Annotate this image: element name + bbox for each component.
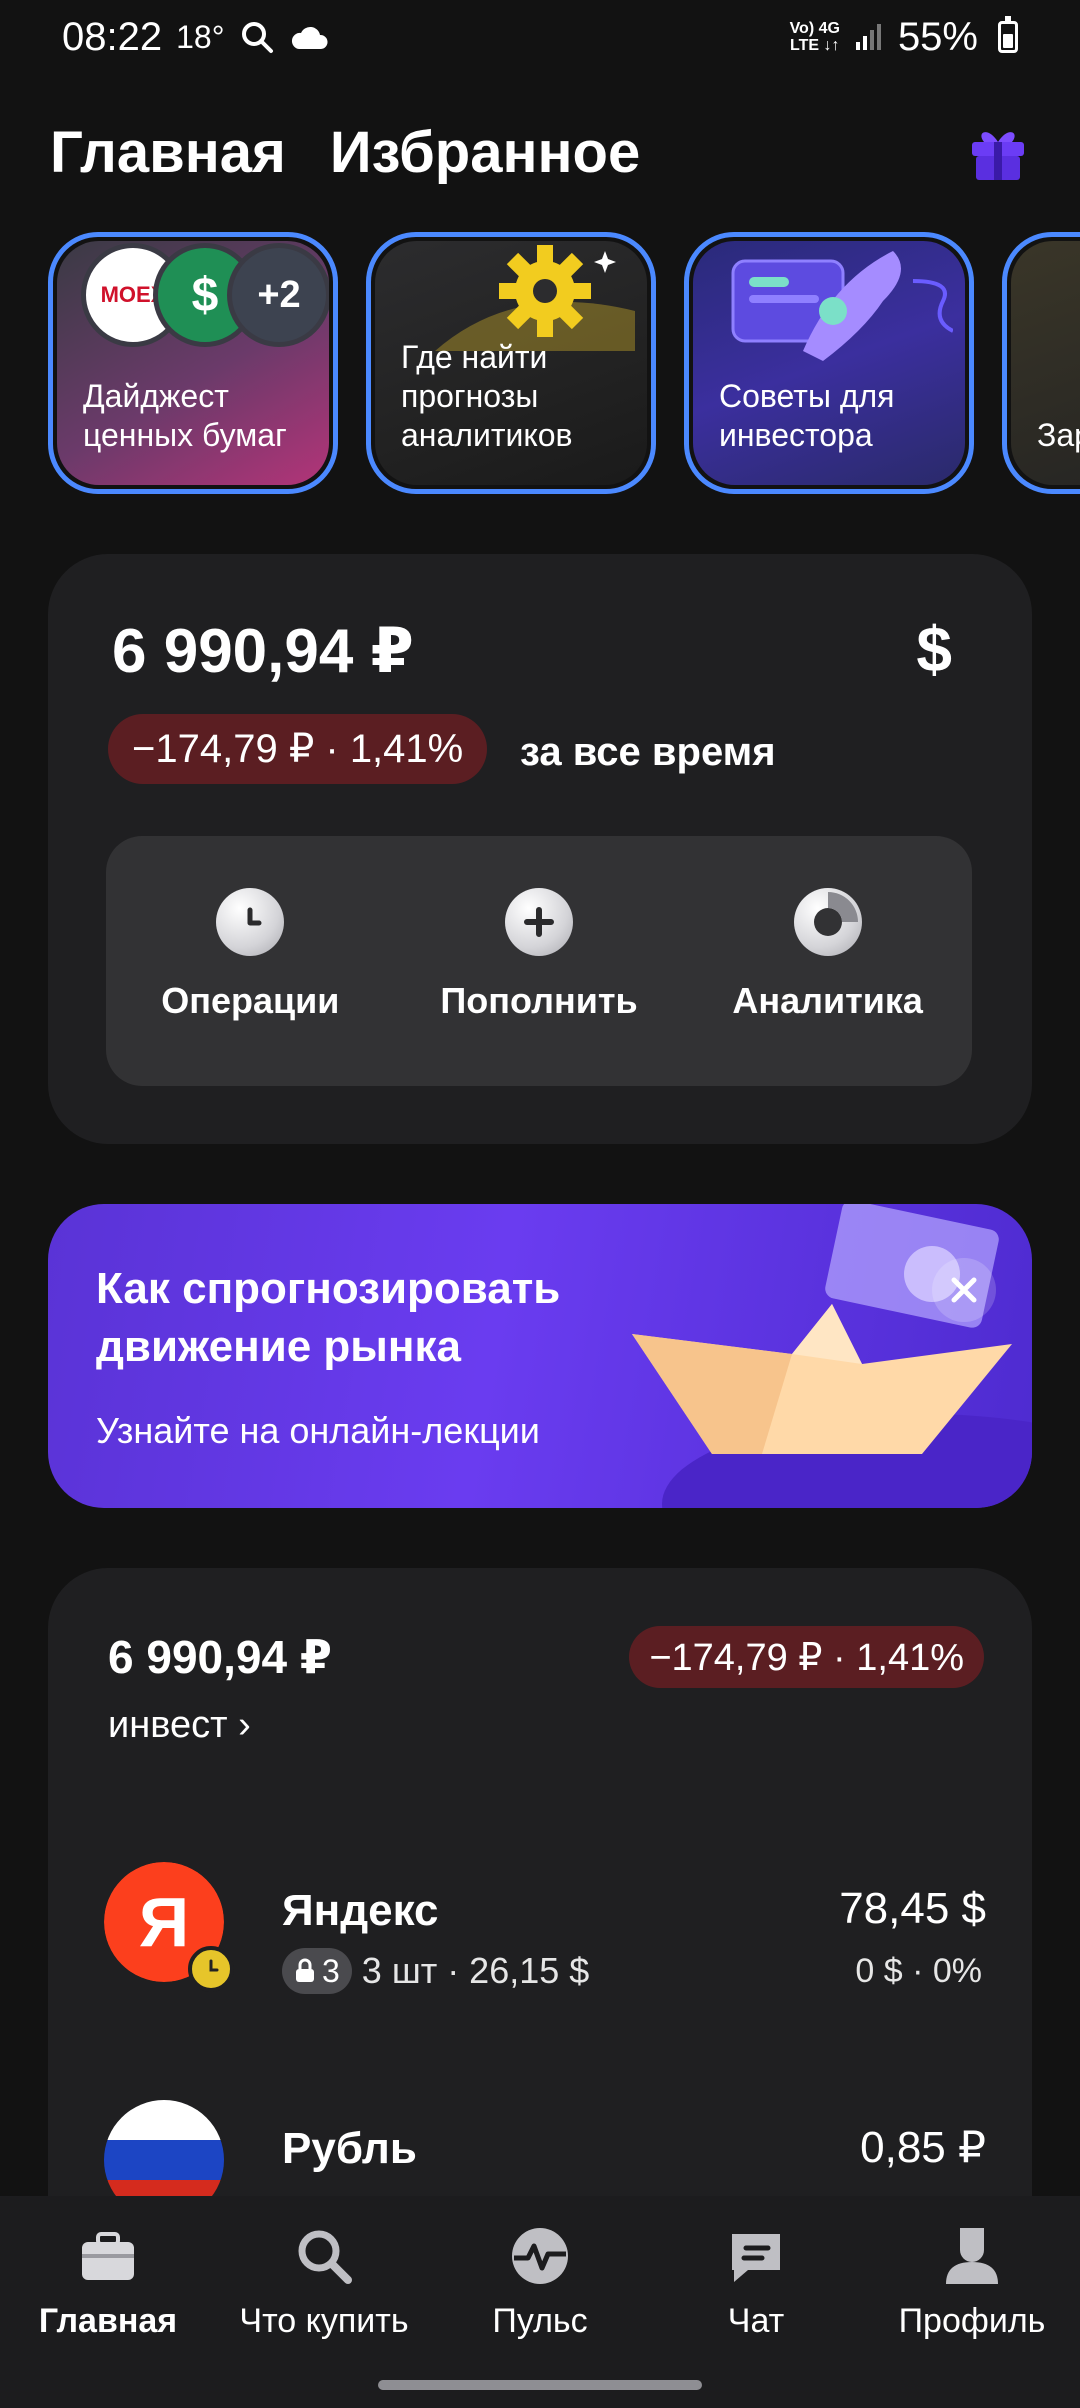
- tab-home[interactable]: Главная: [50, 119, 286, 186]
- chat-icon: [732, 2234, 780, 2282]
- tab-favorites[interactable]: Избранное: [330, 119, 640, 186]
- more-count-badge: +2: [227, 243, 329, 347]
- profile-icon: [946, 2228, 998, 2284]
- portfolio-change-badge: −174,79 ₽ · 1,41%: [108, 714, 488, 784]
- account-name-link[interactable]: инвест ›: [108, 1704, 251, 1747]
- story-card-forecasts[interactable]: Где найти прогнозы аналитиков: [366, 232, 656, 494]
- asset-name: Рубль: [282, 2124, 417, 2173]
- plus-icon: [505, 888, 573, 956]
- nav-what-to-buy-label: Что купить: [239, 2302, 409, 2340]
- gear-illustration-icon: [435, 245, 635, 351]
- lock-icon: [296, 1958, 314, 1982]
- pending-clock-icon: [188, 1946, 234, 1992]
- home-indicator[interactable]: [378, 2380, 702, 2390]
- hand-illustration-icon: [731, 251, 953, 361]
- story-title: Дайджест ценных бумаг: [83, 378, 287, 453]
- operations-button[interactable]: Операции: [106, 836, 395, 1086]
- gift-icon[interactable]: [966, 120, 1030, 184]
- battery-percent: 55%: [897, 14, 978, 59]
- pulse-icon: [512, 2228, 568, 2284]
- story-card-partial[interactable]: Зар на акц: [1002, 232, 1080, 494]
- nav-home-label: Главная: [38, 2302, 178, 2340]
- nav-pulse[interactable]: Пульс: [432, 2196, 648, 2408]
- account-total: 6 990,94 ₽: [108, 1631, 332, 1683]
- promo-title-line-1: Как спрогнозировать: [96, 1264, 561, 1313]
- network-top-label: Vo) 4G: [789, 20, 840, 37]
- blocked-lots-chip: 3: [282, 1948, 352, 1994]
- nav-chat[interactable]: Чат: [648, 2196, 864, 2408]
- donut-chart-icon: [793, 888, 862, 956]
- story-title: Где найти прогнозы аналитиков: [401, 339, 573, 453]
- battery-icon: [998, 16, 1018, 53]
- story-card-inner: MOEX $ +2 Дайджест ценных бумаг: [57, 241, 329, 485]
- promo-title: Как спрогнозировать движение рынка: [96, 1260, 560, 1376]
- status-time: 08:22: [62, 14, 163, 59]
- network-indicator: Vo) 4G LTE ↓↑: [790, 20, 840, 54]
- nav-pulse-label: Пульс: [492, 2302, 588, 2340]
- currency-toggle-button[interactable]: $: [916, 612, 952, 686]
- search-icon: [298, 2230, 352, 2284]
- story-card-inner: Советы для инвестора: [693, 241, 965, 485]
- bottom-navigation: Главная Что купить Пульс Чат Профиль: [0, 2196, 1080, 2408]
- nav-chat-label: Чат: [727, 2302, 785, 2340]
- stories-carousel: MOEX $ +2 Дайджест ценных бумаг Где найт…: [0, 232, 1080, 496]
- status-left: 08:22 18°: [62, 15, 329, 60]
- svg-text:Я: Я: [139, 1883, 189, 1961]
- promo-title-line-2: движение рынка: [96, 1322, 461, 1371]
- portfolio-card: 6 990,94 ₽ $ −174,79 ₽ · 1,41% за все вр…: [48, 554, 1032, 1144]
- promo-banner[interactable]: Как спрогнозировать движение рынка Узнай…: [48, 1204, 1032, 1508]
- top-up-label: Пополнить: [440, 980, 638, 1021]
- nav-profile-label: Профиль: [898, 2302, 1046, 2340]
- status-temperature: 18°: [176, 18, 225, 55]
- status-bar: 08:22 18° Vo) 4G LTE ↓↑ 55%: [0, 0, 1080, 74]
- operations-label: Операции: [161, 980, 340, 1021]
- story-card-digest[interactable]: MOEX $ +2 Дайджест ценных бумаг: [48, 232, 338, 494]
- asset-quantity-price: 3 шт · 26,15 $: [361, 1950, 590, 1991]
- analytics-label: Аналитика: [732, 980, 923, 1021]
- story-title: Зар на акц: [1037, 417, 1080, 453]
- asset-yield: 0 $ · 0%: [855, 1952, 982, 1990]
- network-bottom-label: LTE ↓↑: [790, 37, 840, 54]
- story-card-inner: Зар на акц: [1011, 241, 1080, 485]
- asset-name: Яндекс: [282, 1886, 439, 1935]
- clock-icon: [216, 888, 285, 956]
- nav-home[interactable]: Главная: [0, 2196, 216, 2408]
- close-icon[interactable]: [932, 1258, 996, 1322]
- search-status-icon: [241, 22, 273, 53]
- blocked-lots-count: 3: [322, 1952, 340, 1989]
- cloud-icon: [291, 26, 328, 49]
- promo-subtitle: Узнайте на онлайн-лекции: [96, 1410, 540, 1451]
- account-change-badge: −174,79 ₽ · 1,41%: [629, 1626, 984, 1688]
- story-card-inner: Где найти прогнозы аналитиков: [375, 241, 647, 485]
- asset-value: 78,45 $: [839, 1884, 986, 1933]
- story-title: Советы для инвестора: [719, 378, 895, 453]
- nav-what-to-buy[interactable]: Что купить: [216, 2196, 432, 2408]
- signal-icon: [855, 24, 881, 50]
- asset-details: 3 3 шт · 26,15 $: [282, 1948, 589, 1994]
- nav-profile[interactable]: Профиль: [864, 2196, 1080, 2408]
- story-card-tips[interactable]: Советы для инвестора: [684, 232, 974, 494]
- asset-value: 0,85 ₽: [860, 2123, 986, 2172]
- quick-actions: Операции Пополнить Аналитика: [106, 836, 972, 1086]
- analytics-button[interactable]: Аналитика: [683, 836, 972, 1086]
- status-right: Vo) 4G LTE ↓↑ 55%: [790, 15, 1018, 60]
- header: Главная Избранное: [50, 112, 1030, 192]
- paper-boat-illustration: [632, 1204, 1032, 1508]
- asset-row-yandex[interactable]: Я Яндекс 3 3 шт · 26,15 $ 78,45 $ 0 $ · …: [48, 1862, 1032, 2002]
- portfolio-total: 6 990,94 ₽: [112, 617, 414, 686]
- change-period-label: за все время: [520, 730, 776, 774]
- briefcase-icon: [82, 2232, 134, 2280]
- top-up-button[interactable]: Пополнить: [395, 836, 684, 1086]
